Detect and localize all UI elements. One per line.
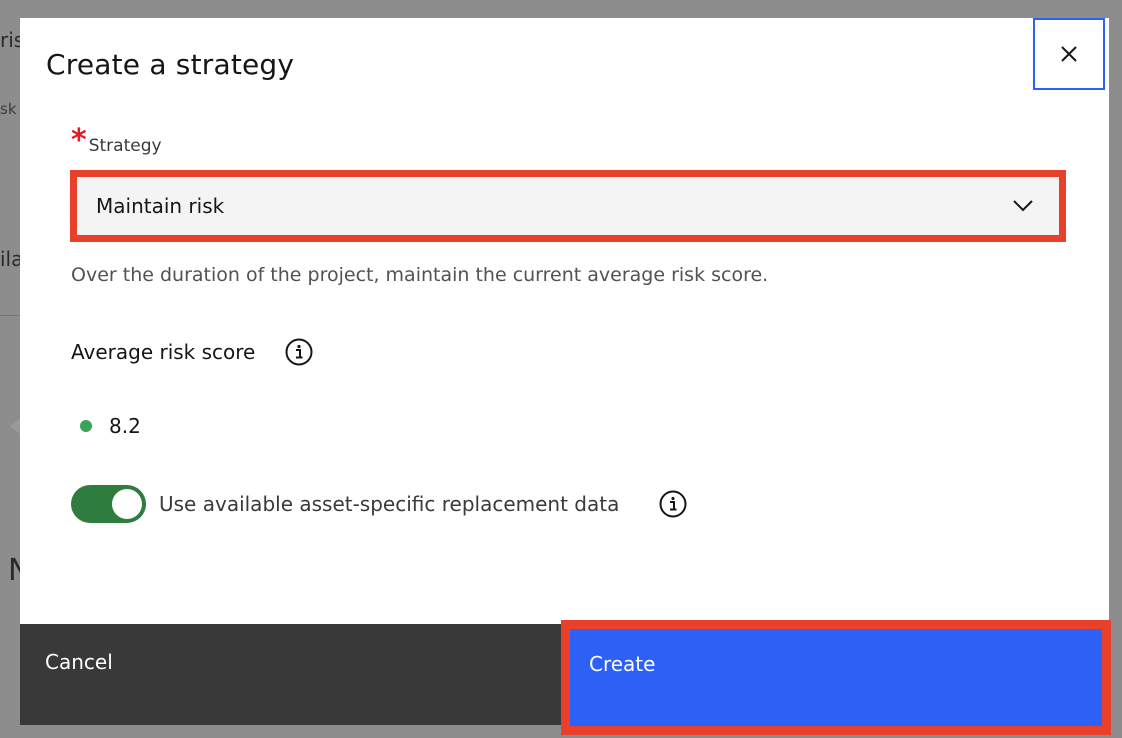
background-divider	[0, 315, 20, 316]
strategy-select[interactable]: Maintain risk	[70, 170, 1066, 242]
strategy-field-label: * Strategy	[71, 123, 162, 158]
info-icon[interactable]	[659, 490, 687, 518]
chevron-down-icon	[1013, 200, 1033, 212]
strategy-helper-text: Over the duration of the project, mainta…	[71, 264, 769, 286]
strategy-select-value: Maintain risk	[96, 194, 225, 218]
create-button-label: Create	[589, 652, 656, 676]
modal-title: Create a strategy	[46, 48, 295, 81]
cancel-button[interactable]: Cancel	[20, 624, 562, 725]
create-button[interactable]: Create	[561, 620, 1111, 735]
cancel-button-label: Cancel	[45, 650, 113, 674]
replacement-data-toggle-label: Use available asset-specific replacement…	[159, 492, 620, 516]
average-risk-score-label: Average risk score	[71, 340, 256, 364]
average-risk-score-value: 8.2	[109, 414, 141, 438]
required-marker: *	[71, 123, 87, 158]
replacement-data-toggle-row: Use available asset-specific replacement…	[71, 485, 687, 523]
info-icon[interactable]	[285, 338, 313, 366]
close-button[interactable]	[1033, 18, 1105, 90]
create-strategy-modal: Create a strategy * Strategy Maintain ri…	[20, 18, 1111, 735]
toggle-knob	[112, 489, 142, 519]
modal-footer: Cancel Create	[20, 620, 1111, 735]
close-icon	[1061, 46, 1077, 62]
background-text-fragment: sk	[0, 100, 17, 118]
average-risk-score-row: Average risk score	[71, 338, 313, 366]
strategy-label-text: Strategy	[88, 136, 162, 156]
background-arrow-icon	[10, 418, 20, 434]
replacement-data-toggle[interactable]	[71, 485, 146, 523]
average-risk-score-value-row: 8.2	[80, 414, 141, 438]
status-dot	[80, 420, 92, 432]
